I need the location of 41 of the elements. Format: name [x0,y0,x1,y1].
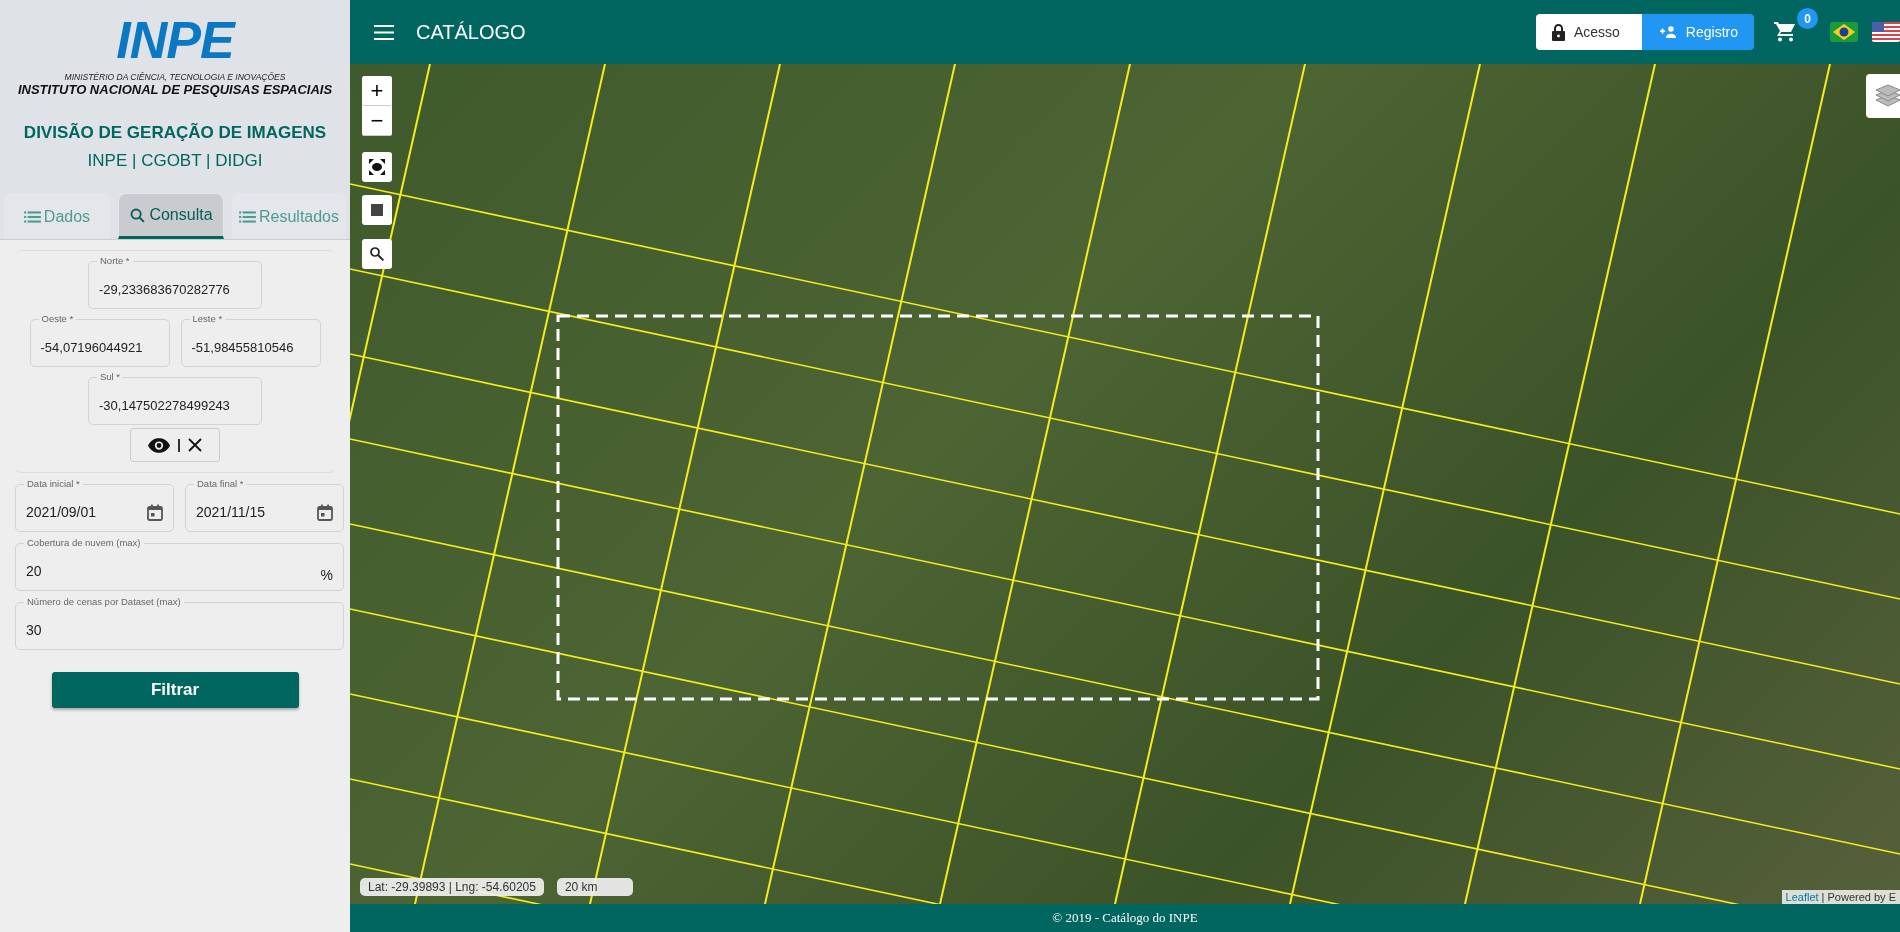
brazil-flag-icon [1830,22,1858,42]
draw-rectangle-button[interactable] [362,195,392,225]
square-icon [371,204,383,216]
attribution-text: | Powered by E [1821,891,1896,903]
english-language-button[interactable] [1872,22,1900,42]
filter-button[interactable]: Filtrar [51,672,299,708]
division-title: DIVISÃO DE GERAÇÃO DE IMAGENS [0,107,350,143]
division-subtitle: INPE | CGOBT | DIDGI [0,143,350,193]
add-user-icon [1660,25,1677,39]
menu-icon [374,24,394,40]
calendar-icon [317,503,333,521]
us-flag-icon [1872,22,1900,42]
search-icon [369,246,385,262]
layers-button[interactable] [1866,74,1900,118]
cart-count-badge: 0 [1797,8,1818,29]
fullscreen-button[interactable] [362,152,392,182]
login-button[interactable]: Acesso [1536,14,1642,50]
eye-icon [148,437,171,453]
page-title: CATÁLOGO [416,20,526,44]
lock-icon [1552,23,1565,41]
show-area-button[interactable] [148,437,171,453]
list-icon [23,209,41,224]
search-icon [129,206,147,224]
leaflet-link[interactable]: Leaflet [1785,891,1819,903]
menu-button[interactable] [374,24,394,40]
sidebar-tab[interactable]: Consulta [118,193,224,239]
calendar-icon [147,503,163,521]
zoom-in-button[interactable]: + [362,76,392,106]
layers-icon [1875,83,1900,109]
search-button[interactable] [362,239,392,269]
institute-logo: INPE MINISTÉRIO DA CIÊNCIA, TECNOLOGIA E INOVAÇÕES INSTITUTO NACIONAL DE PESQUISAS ESPACIAIS [0,0,350,107]
cursor-coordinates: Lat: -29.39893 | Lng: -54.60205 [360,878,544,896]
list-icon [238,209,256,224]
fullscreen-icon [369,159,385,175]
portuguese-language-button[interactable] [1830,22,1858,42]
satellite-map[interactable]: + − Lat: -29.39893 | Lng: -54.60205 20 km Leaflet | Powered by E [350,64,1900,904]
clear-area-button[interactable] [187,438,202,452]
close-icon [187,438,202,452]
shopping-cart-icon [1774,22,1796,42]
map-scale: 20 km [556,878,633,896]
copyright-text: © 2019 - Catálogo do INPE [1052,910,1198,927]
